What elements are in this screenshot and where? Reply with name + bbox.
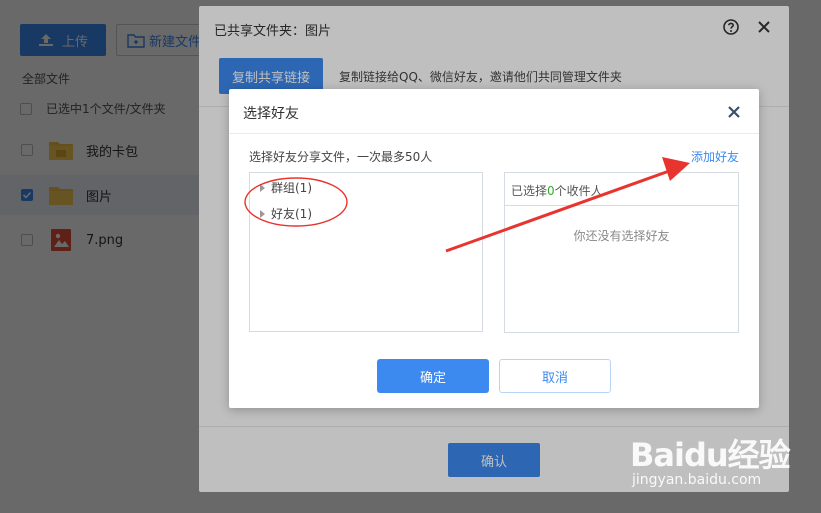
baidu-watermark: Baidu经验 jingyan.baidu.com — [630, 424, 810, 504]
ok-button[interactable]: 确定 — [377, 359, 489, 393]
add-friend-link[interactable]: 添加好友 — [691, 148, 739, 165]
watermark-url: jingyan.baidu.com — [632, 472, 762, 488]
close-icon[interactable] — [727, 105, 741, 119]
selected-count-text: 已选择0个收件人 — [511, 182, 603, 199]
cancel-button[interactable]: 取消 — [499, 359, 611, 393]
selected-count: 0 — [547, 184, 555, 198]
friend-hint: 选择好友分享文件，一次最多50人 — [249, 150, 433, 164]
dialog-title: 选择好友 — [243, 106, 299, 122]
selected-suffix: 个收件人 — [554, 184, 603, 198]
watermark-logo: Baidu经验 — [630, 436, 791, 474]
tree-item-friends[interactable]: 好友(1) — [260, 205, 312, 222]
expand-arrow-icon[interactable] — [260, 209, 265, 218]
selected-header: 已选择0个收件人 — [505, 173, 738, 206]
friend-tree: 群组(1) 好友(1) — [249, 172, 483, 332]
dialog-header: 选择好友 — [229, 89, 759, 134]
tree-item-groups[interactable]: 群组(1) — [260, 179, 312, 196]
expand-arrow-icon[interactable] — [260, 183, 265, 192]
selected-recipients-box: 已选择0个收件人 你还没有选择好友 — [504, 172, 739, 333]
empty-selection-text: 你还没有选择好友 — [573, 229, 670, 243]
tree-item-label: 群组(1) — [271, 181, 312, 195]
tree-item-label: 好友(1) — [271, 207, 312, 221]
select-friends-dialog: 选择好友 选择好友分享文件，一次最多50人 添加好友 群组(1) 好友(1) 已… — [229, 89, 759, 408]
selected-prefix: 已选择 — [511, 184, 548, 198]
